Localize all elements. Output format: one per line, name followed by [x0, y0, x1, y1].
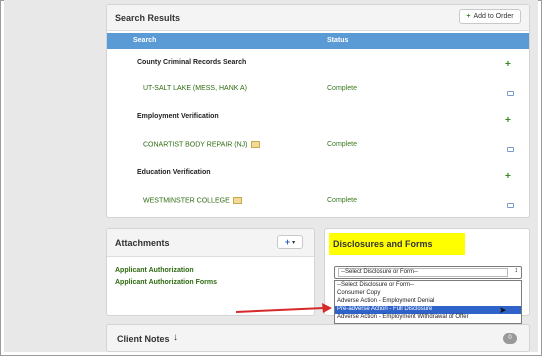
- document-icon[interactable]: [250, 141, 260, 148]
- results-table-header: Search Status: [107, 33, 529, 49]
- arrow-head: [322, 303, 332, 313]
- add-attachment-label: +: [284, 237, 291, 247]
- search-results-panel: Search Results + Add to Order Search Sta…: [106, 4, 530, 218]
- search-item-link[interactable]: CONARTIST BODY REPAIR (NJ): [143, 141, 260, 148]
- select-option[interactable]: Adverse Action - Employment Withdrawal o…: [337, 314, 469, 320]
- search-results-header: Search Results + Add to Order: [107, 5, 529, 31]
- select-value: --Select Disclosure or Form--: [341, 269, 419, 275]
- column-status: Status: [327, 37, 349, 44]
- caret-down-icon: ▾: [292, 239, 296, 246]
- client-notes-panel: Client Notes ↓ 0: [106, 324, 530, 352]
- print-icon[interactable]: [507, 91, 514, 96]
- status-text: Complete: [327, 85, 357, 92]
- group-name: Employment Verification: [137, 113, 219, 120]
- select-option[interactable]: Adverse Action - Employment Denial: [337, 298, 434, 304]
- search-item-link[interactable]: WESTMINSTER COLLEGE: [143, 197, 242, 204]
- disclosure-select[interactable]: --Select Disclosure or Form-- ↕: [334, 266, 522, 279]
- search-item-label: CONARTIST BODY REPAIR (NJ): [143, 141, 248, 149]
- mouse-cursor-icon: ➤: [499, 305, 507, 315]
- add-to-order-label: Add to Order: [473, 13, 514, 20]
- add-to-order-button[interactable]: + Add to Order: [459, 9, 521, 24]
- add-search-icon[interactable]: +: [505, 115, 511, 126]
- select-option-highlighted[interactable]: Pre-adverse Action - Full Disclosure: [335, 306, 521, 314]
- select-arrows-icon: ↕: [514, 267, 519, 274]
- select-option[interactable]: Consumer Copy: [337, 290, 380, 296]
- add-search-icon[interactable]: +: [505, 171, 511, 182]
- table-row-group: Education Verification: [107, 167, 529, 181]
- attachments-title: Attachments: [115, 238, 170, 248]
- search-results-title: Search Results: [115, 13, 181, 23]
- status-text: Complete: [327, 197, 357, 204]
- arrow-shaft: [235, 307, 325, 313]
- client-notes-title[interactable]: Client Notes: [117, 334, 170, 344]
- attachment-link[interactable]: Applicant Authorization: [115, 267, 194, 274]
- table-row-group: Employment Verification: [107, 111, 529, 125]
- attachment-link[interactable]: Applicant Authorization Forms: [115, 279, 217, 286]
- notes-count-badge: 0: [503, 333, 517, 344]
- table-row-group: County Criminal Records Search: [107, 57, 529, 71]
- print-icon[interactable]: [507, 147, 514, 152]
- table-row: CONARTIST BODY REPAIR (NJ) Complete: [107, 139, 529, 153]
- column-search: Search: [133, 37, 157, 44]
- arrow-down-icon[interactable]: ↓: [173, 332, 178, 343]
- print-icon[interactable]: [507, 203, 514, 208]
- disclosures-title: Disclosures and Forms: [333, 239, 433, 249]
- table-row: UT-SALT LAKE (MESS, HANK A) Complete: [107, 83, 529, 97]
- annotation-arrow: [235, 303, 332, 313]
- search-item-link[interactable]: UT-SALT LAKE (MESS, HANK A): [143, 85, 247, 92]
- attachments-header: Attachments + ▾: [107, 229, 314, 257]
- search-item-label: WESTMINSTER COLLEGE: [143, 197, 230, 205]
- plus-icon: +: [466, 13, 471, 20]
- disclosures-title-highlight: Disclosures and Forms: [329, 233, 465, 255]
- add-attachment-button[interactable]: + ▾: [277, 235, 303, 249]
- disclosure-options-list: --Select Disclosure or Form-- Consumer C…: [334, 280, 522, 324]
- page-canvas: Search Results + Add to Order Search Sta…: [4, 0, 538, 352]
- table-row: WESTMINSTER COLLEGE Complete: [107, 195, 529, 209]
- document-icon[interactable]: [232, 197, 242, 204]
- group-name: County Criminal Records Search: [137, 59, 247, 66]
- select-option[interactable]: --Select Disclosure or Form--: [337, 282, 414, 288]
- group-name: Education Verification: [137, 169, 211, 176]
- status-text: Complete: [327, 141, 357, 148]
- add-search-icon[interactable]: +: [505, 59, 511, 70]
